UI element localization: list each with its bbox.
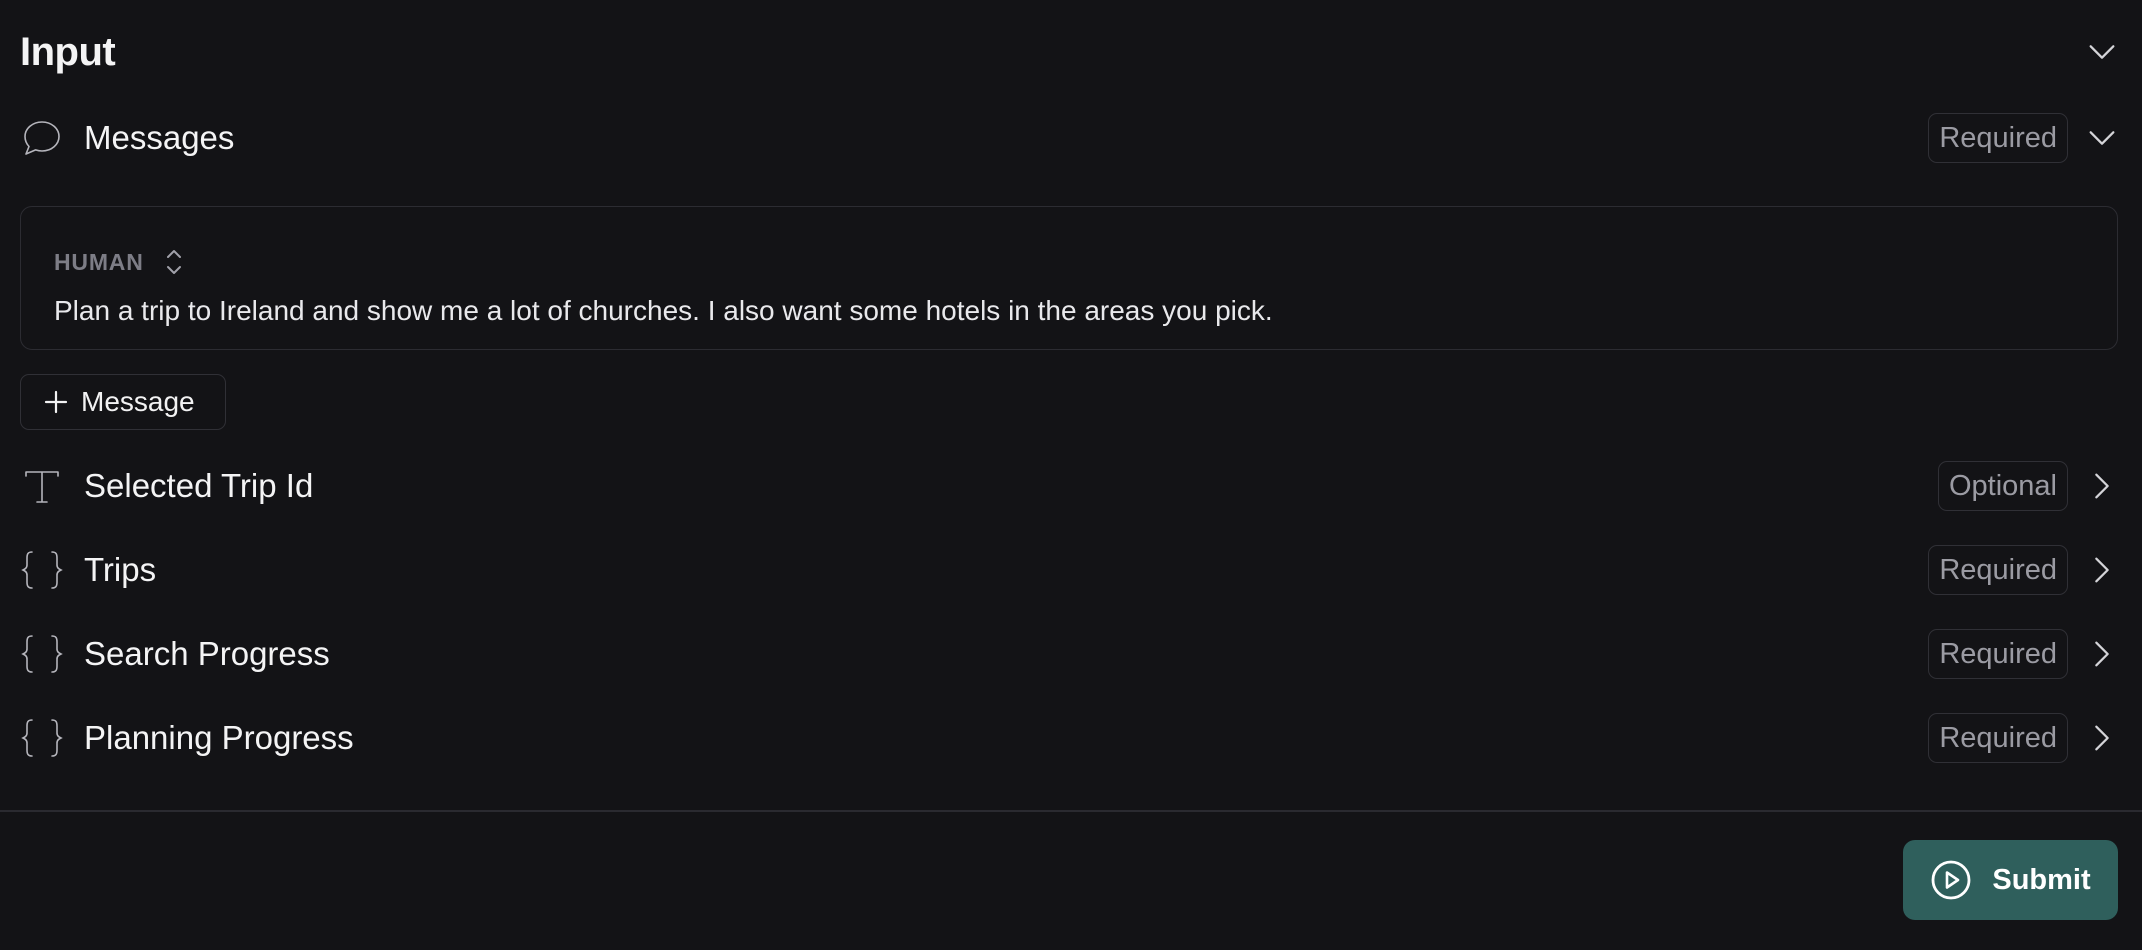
- braces-icon: [20, 713, 66, 763]
- panel-title: Input: [20, 29, 116, 74]
- chevron-right-icon[interactable]: [2082, 718, 2122, 758]
- footer-divider: [0, 810, 2142, 812]
- text-type-icon: [20, 461, 66, 511]
- chat-bubble-icon: [20, 113, 66, 163]
- chevron-right-icon[interactable]: [2082, 466, 2122, 506]
- input-panel: Input Messages Required HUMAN Plan a tri…: [0, 0, 2142, 950]
- field-label: Selected Trip Id: [84, 467, 314, 504]
- messages-field[interactable]: Messages Required: [20, 110, 2122, 166]
- required-badge: Required: [1928, 713, 2068, 763]
- messages-field-label: Messages: [84, 119, 235, 156]
- required-badge: Required: [1928, 113, 2068, 163]
- field-label: Planning Progress: [84, 719, 354, 756]
- message-role-row: HUMAN: [54, 241, 2085, 283]
- add-message-button[interactable]: Message: [20, 374, 226, 430]
- chevron-down-icon[interactable]: [2082, 118, 2122, 158]
- required-badge: Required: [1928, 545, 2068, 595]
- message-content[interactable]: Plan a trip to Ireland and show me a lot…: [54, 295, 2085, 327]
- chevron-right-icon[interactable]: [2082, 634, 2122, 674]
- submit-label: Submit: [1992, 863, 2091, 896]
- collapse-chevron-down-icon[interactable]: [2082, 32, 2122, 72]
- message-role-label: HUMAN: [54, 248, 144, 275]
- field-planning-progress[interactable]: Planning Progress Required: [20, 710, 2122, 766]
- play-circle-icon: [1931, 860, 1971, 900]
- input-header[interactable]: Input: [20, 22, 2122, 82]
- submit-button[interactable]: Submit: [1903, 840, 2118, 920]
- message-card: HUMAN Plan a trip to Ireland and show me…: [20, 206, 2118, 350]
- field-label: Trips: [84, 551, 157, 588]
- optional-badge: Optional: [1937, 461, 2068, 511]
- field-search-progress[interactable]: Search Progress Required: [20, 626, 2122, 682]
- braces-icon: [20, 545, 66, 595]
- field-selected-trip-id[interactable]: Selected Trip Id Optional: [20, 458, 2122, 514]
- chevron-right-icon[interactable]: [2082, 550, 2122, 590]
- field-trips[interactable]: Trips Required: [20, 542, 2122, 598]
- chevron-up-down-icon[interactable]: [162, 244, 190, 280]
- plus-icon: [44, 390, 68, 414]
- required-badge: Required: [1928, 629, 2068, 679]
- braces-icon: [20, 629, 66, 679]
- add-message-label: Message: [81, 386, 195, 417]
- field-label: Search Progress: [84, 635, 330, 672]
